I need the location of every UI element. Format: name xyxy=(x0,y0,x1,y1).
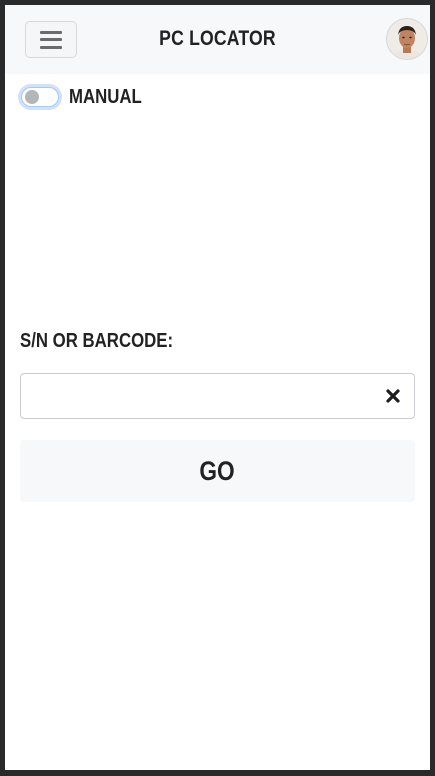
manual-mode-toggle[interactable] xyxy=(21,87,59,107)
toggle-knob xyxy=(25,90,39,104)
user-avatar-icon xyxy=(387,19,427,59)
page-title: PC LOCATOR xyxy=(159,27,276,50)
manual-mode-toggle-row: MANUAL xyxy=(21,82,156,112)
serial-barcode-input[interactable] xyxy=(21,374,371,418)
manual-mode-label: MANUAL xyxy=(69,85,142,108)
serial-barcode-field xyxy=(20,373,415,419)
hamburger-menu-icon xyxy=(40,30,62,49)
menu-button[interactable] xyxy=(25,21,77,58)
clear-input-button[interactable] xyxy=(382,385,404,407)
app-screen: PC LOCATOR MANUAL S/N OR BARCODE: GO xyxy=(5,5,430,770)
serial-barcode-label: S/N OR BARCODE: xyxy=(20,330,174,352)
close-icon xyxy=(386,389,400,403)
app-header: PC LOCATOR xyxy=(5,5,430,74)
go-button-label: GO xyxy=(199,455,236,486)
avatar[interactable] xyxy=(386,18,428,60)
go-button[interactable]: GO xyxy=(20,440,415,502)
